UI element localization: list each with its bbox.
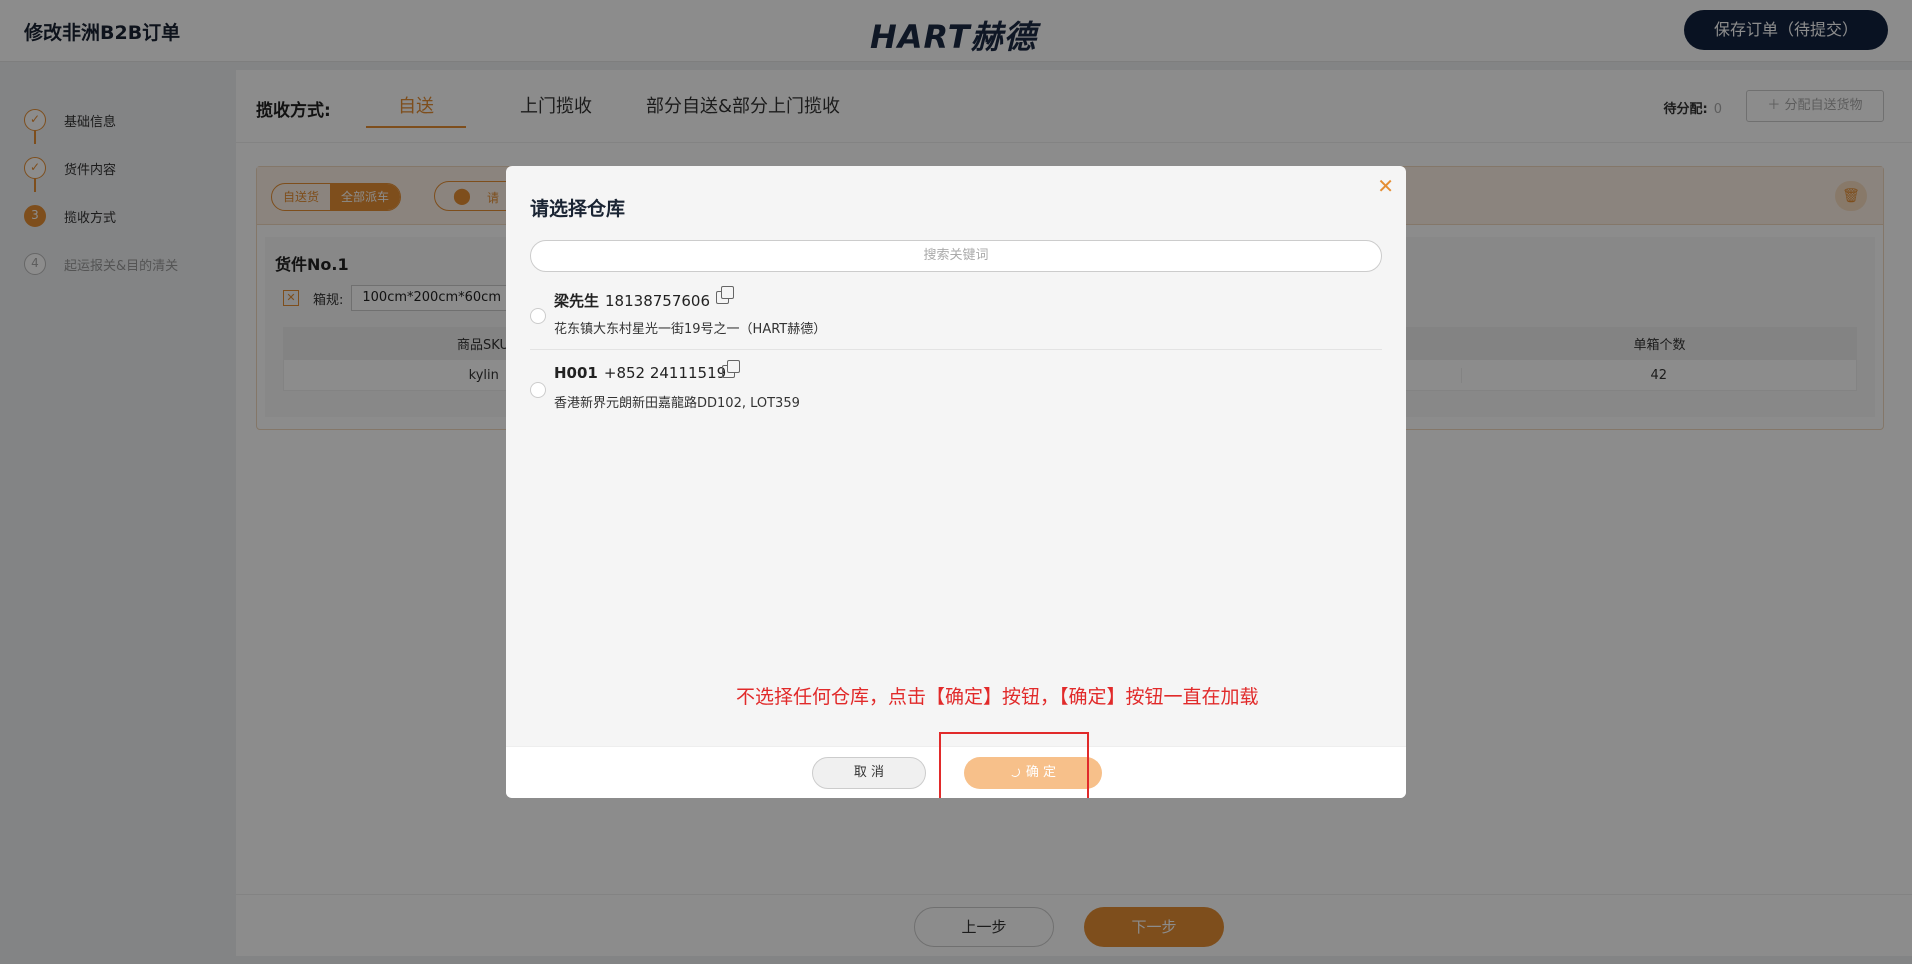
warehouse-radio[interactable] [530, 382, 546, 398]
warehouse-contact: 梁先生 18138757606 [554, 290, 710, 311]
warehouse-name: H001 [554, 364, 598, 382]
dialog-title: 请选择仓库 [530, 198, 626, 220]
warehouse-item[interactable]: H001 +852 24111519 香港新界元朗新田嘉龍路DD102, LOT3… [530, 352, 1382, 424]
close-icon[interactable]: ✕ [1377, 174, 1394, 198]
warehouse-dialog: 请选择仓库 ✕ 搜索关键词 梁先生 18138757606 花东镇大东村星光一街1… [506, 166, 1406, 798]
annotation-highlight-box [939, 732, 1089, 798]
search-input[interactable]: 搜索关键词 [530, 240, 1382, 272]
warehouse-name: 梁先生 [554, 292, 600, 310]
warehouse-radio[interactable] [530, 308, 546, 324]
copy-icon[interactable] [722, 360, 742, 380]
warehouse-phone: +852 24111519 [603, 364, 727, 382]
warehouse-item[interactable]: 梁先生 18138757606 花东镇大东村星光一街19号之一（HART赫德） [530, 278, 1382, 350]
warehouse-address: 香港新界元朗新田嘉龍路DD102, LOT359 [554, 396, 800, 411]
copy-icon[interactable] [716, 286, 736, 306]
annotation-text: 不选择任何仓库，点击【确定】按钮，【确定】按钮一直在加载 [736, 686, 1259, 708]
cancel-button[interactable]: 取 消 [812, 757, 926, 789]
warehouse-phone: 18138757606 [605, 292, 710, 310]
warehouse-address: 花东镇大东村星光一街19号之一（HART赫德） [554, 322, 827, 337]
warehouse-contact: H001 +852 24111519 [554, 364, 726, 382]
